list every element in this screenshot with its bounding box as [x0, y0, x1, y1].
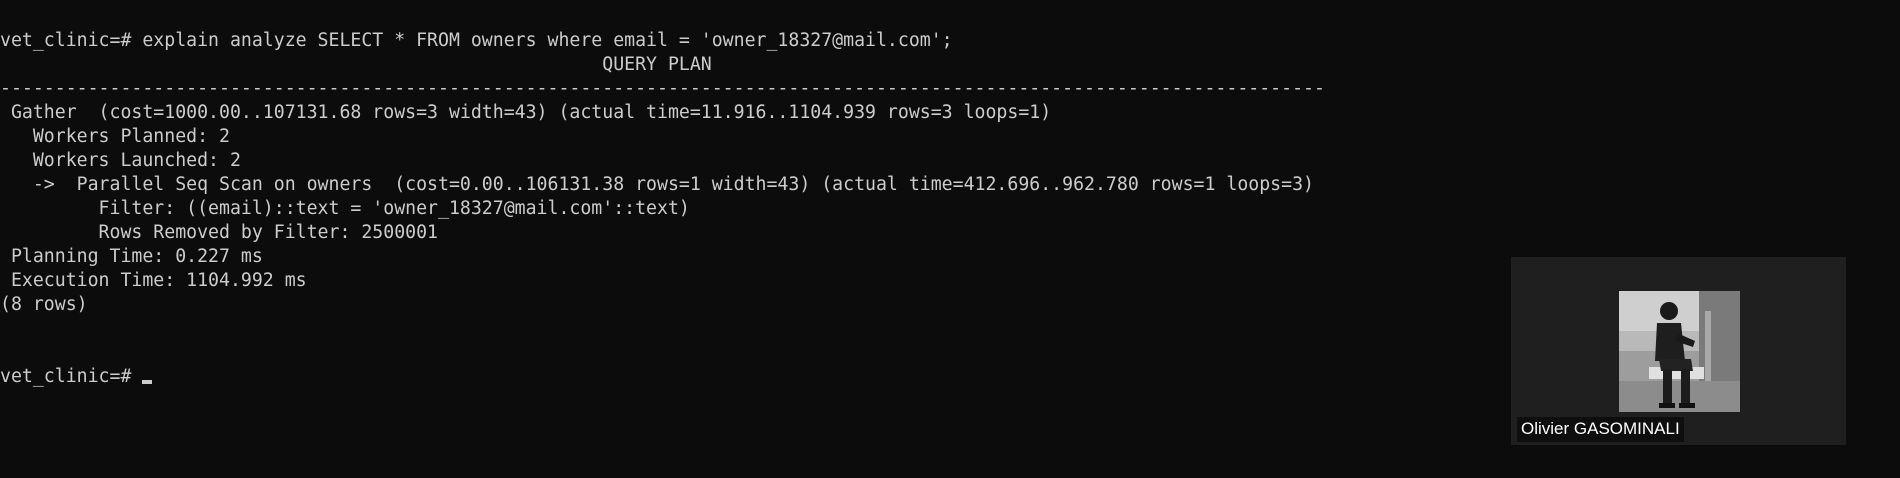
terminal-output: vet_clinic=# explain analyze SELECT * FR…	[0, 29, 1325, 389]
terminal-prompt-line[interactable]: vet_clinic=#	[0, 365, 1325, 389]
terminal-line: Rows Removed by Filter: 2500001	[0, 222, 438, 243]
person-photo-icon	[1619, 291, 1740, 412]
terminal-line: Execution Time: 1104.992 ms	[0, 270, 307, 291]
participant-name-label: Olivier GASOMINALI	[1517, 417, 1684, 442]
terminal-line: -> Parallel Seq Scan on owners (cost=0.0…	[0, 174, 1314, 195]
terminal-line: QUERY PLAN	[0, 54, 712, 75]
terminal-line: Workers Planned: 2	[0, 126, 230, 147]
terminal-line: Filter: ((email)::text = 'owner_18327@ma…	[0, 198, 690, 219]
text-cursor	[142, 380, 153, 384]
participant-video-frame	[1619, 291, 1740, 412]
terminal-line: (8 rows)	[0, 294, 88, 315]
terminal-line: Gather (cost=1000.00..107131.68 rows=3 w…	[0, 102, 1052, 123]
terminal-line: ----------------------------------------…	[0, 78, 1325, 99]
participant-video-tile[interactable]: Olivier GASOMINALI	[1511, 257, 1846, 445]
terminal-line: vet_clinic=# explain analyze SELECT * FR…	[0, 30, 953, 51]
terminal-line: Workers Launched: 2	[0, 150, 241, 171]
terminal-line: Planning Time: 0.227 ms	[0, 246, 263, 267]
terminal-prompt: vet_clinic=#	[0, 366, 143, 387]
